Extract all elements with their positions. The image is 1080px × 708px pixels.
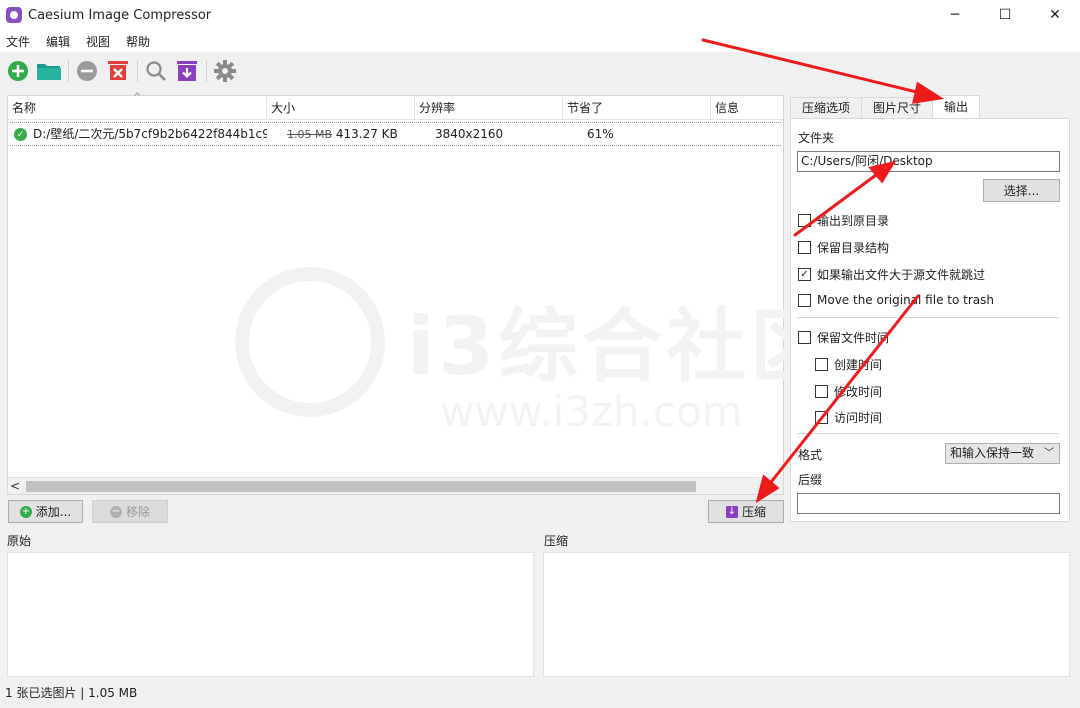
search-icon[interactable]: [142, 57, 170, 85]
plus-circle-icon: +: [19, 505, 32, 518]
maximize-button[interactable]: ☐: [980, 0, 1030, 30]
option-label: 访问时间: [834, 411, 883, 425]
toolbar-separator: [137, 60, 138, 82]
scroll-left-icon[interactable]: <: [10, 478, 20, 495]
column-resolution[interactable]: 分辨率: [415, 96, 563, 120]
add-label: 添加...: [35, 505, 72, 519]
cell-name: ✓ D:/壁纸/二次元/5b7cf9b2b6422f844b1c9: [10, 124, 267, 144]
clear-list-icon[interactable]: [104, 57, 132, 85]
original-preview: [7, 552, 534, 677]
checkbox-checked[interactable]: ✓: [798, 268, 811, 281]
compress-label: 压缩: [741, 505, 766, 519]
menu-edit[interactable]: 编辑: [46, 33, 70, 50]
tab-compression-options[interactable]: 压缩选项: [790, 97, 863, 119]
checkbox[interactable]: [798, 331, 811, 344]
checkbox[interactable]: [798, 241, 811, 254]
option-move-to-trash[interactable]: Move the original file to trash: [798, 293, 994, 307]
horizontal-scrollbar[interactable]: <: [8, 477, 783, 494]
folder-label: 文件夹: [798, 131, 835, 145]
option-keep-structure[interactable]: 保留目录结构: [798, 239, 889, 256]
original-preview-label: 原始: [7, 534, 32, 548]
option-label: 保留目录结构: [817, 241, 890, 255]
tab-output[interactable]: 输出: [932, 95, 981, 119]
add-button[interactable]: + 添加...: [8, 500, 83, 523]
option-label: 修改时间: [834, 385, 883, 399]
checkbox[interactable]: [798, 214, 811, 227]
option-output-to-source[interactable]: 输出到原目录: [798, 212, 889, 229]
tab-image-size[interactable]: 图片尺寸: [861, 97, 934, 119]
menu-file[interactable]: 文件: [6, 33, 30, 50]
title-bar: Caesium Image Compressor ─ ☐ ✕: [0, 0, 1080, 30]
compress-download-icon[interactable]: [173, 57, 201, 85]
divider: [797, 433, 1059, 434]
minimize-button[interactable]: ─: [930, 0, 980, 30]
option-modified-date[interactable]: 修改时间: [815, 383, 882, 400]
choose-folder-button[interactable]: 选择...: [983, 179, 1060, 202]
sort-up-icon: ^: [133, 92, 142, 103]
output-panel: 文件夹 C:/Users/阿闲/Desktop 选择... 输出到原目录 保留目…: [790, 118, 1070, 522]
suffix-label: 后缀: [798, 473, 823, 487]
option-label: 创建时间: [834, 358, 883, 372]
option-label: 如果输出文件大于源文件就跳过: [817, 268, 986, 282]
toolbar-separator: [68, 60, 69, 82]
status-text: 1 张已选图片 | 1.05 MB: [5, 686, 138, 700]
checkbox[interactable]: [815, 385, 828, 398]
format-select[interactable]: 和输入保持一致 ﹀: [945, 443, 1060, 464]
status-bar: 1 张已选图片 | 1.05 MB: [0, 684, 1080, 708]
option-creation-date[interactable]: 创建时间: [815, 356, 882, 373]
column-info[interactable]: 信息: [711, 96, 781, 120]
checkbox[interactable]: [815, 411, 828, 424]
option-skip-larger[interactable]: ✓ 如果输出文件大于源文件就跳过: [798, 266, 985, 283]
cell-size: 1.05 MB 413.27 KB: [267, 124, 415, 145]
menu-bar: 文件 编辑 视图 帮助: [0, 30, 1080, 52]
close-button[interactable]: ✕: [1030, 0, 1080, 30]
chevron-down-icon: ﹀: [1044, 448, 1054, 459]
window-title: Caesium Image Compressor: [28, 7, 212, 23]
remove-label: 移除: [125, 505, 150, 519]
compress-button[interactable]: ↓ 压缩: [708, 500, 784, 523]
suffix-input[interactable]: [797, 493, 1060, 514]
remove-button[interactable]: − 移除: [92, 500, 168, 523]
file-list[interactable]: ^ 名称 大小 分辨率 节省了 信息 ✓ D:/壁纸/二次元/5b7cf9b2b6…: [7, 92, 784, 495]
compressed-preview: [543, 552, 1070, 677]
checkbox[interactable]: [815, 358, 828, 371]
app-logo-icon: [6, 7, 22, 23]
plus-circle-icon[interactable]: [4, 57, 32, 85]
option-label: Move the original file to trash: [817, 293, 994, 307]
folder-input[interactable]: C:/Users/阿闲/Desktop: [797, 151, 1060, 172]
list-header: ^ 名称 大小 分辨率 节省了 信息: [8, 92, 783, 120]
window-controls: ─ ☐ ✕: [930, 0, 1080, 30]
menu-help[interactable]: 帮助: [126, 33, 150, 50]
option-keep-dates[interactable]: 保留文件时间: [798, 329, 889, 346]
gear-icon[interactable]: [211, 57, 239, 85]
option-label: 保留文件时间: [817, 331, 890, 345]
minus-circle-icon[interactable]: [73, 57, 101, 85]
toolbar: [0, 52, 1080, 90]
new-size: 413.27 KB: [335, 126, 398, 141]
scrollbar-thumb[interactable]: [26, 481, 696, 492]
checkbox[interactable]: [798, 293, 811, 307]
cell-saved: 61%: [587, 127, 614, 141]
table-row[interactable]: ✓ D:/壁纸/二次元/5b7cf9b2b6422f844b1c9 1.05 MB…: [10, 122, 781, 146]
check-circle-icon: ✓: [14, 128, 27, 141]
compressed-preview-label: 压缩: [544, 534, 569, 548]
file-path: D:/壁纸/二次元/5b7cf9b2b6422f844b1c9: [33, 127, 267, 141]
toolbar-separator: [206, 60, 207, 82]
option-access-date[interactable]: 访问时间: [815, 409, 882, 426]
original-size: 1.05 MB: [287, 127, 333, 141]
format-value: 和输入保持一致: [950, 446, 1035, 460]
format-label: 格式: [798, 448, 823, 462]
minus-circle-icon: −: [109, 505, 122, 518]
options-tabs: 压缩选项 图片尺寸 输出: [790, 95, 981, 119]
compress-download-icon: ↓: [725, 505, 738, 518]
menu-view[interactable]: 视图: [86, 33, 110, 50]
divider: [797, 317, 1059, 318]
folder-icon[interactable]: [35, 57, 63, 85]
cell-resolution: 3840x2160: [435, 127, 504, 141]
column-saved[interactable]: 节省了: [563, 96, 711, 120]
option-label: 输出到原目录: [817, 214, 890, 228]
column-size[interactable]: 大小: [267, 96, 415, 120]
